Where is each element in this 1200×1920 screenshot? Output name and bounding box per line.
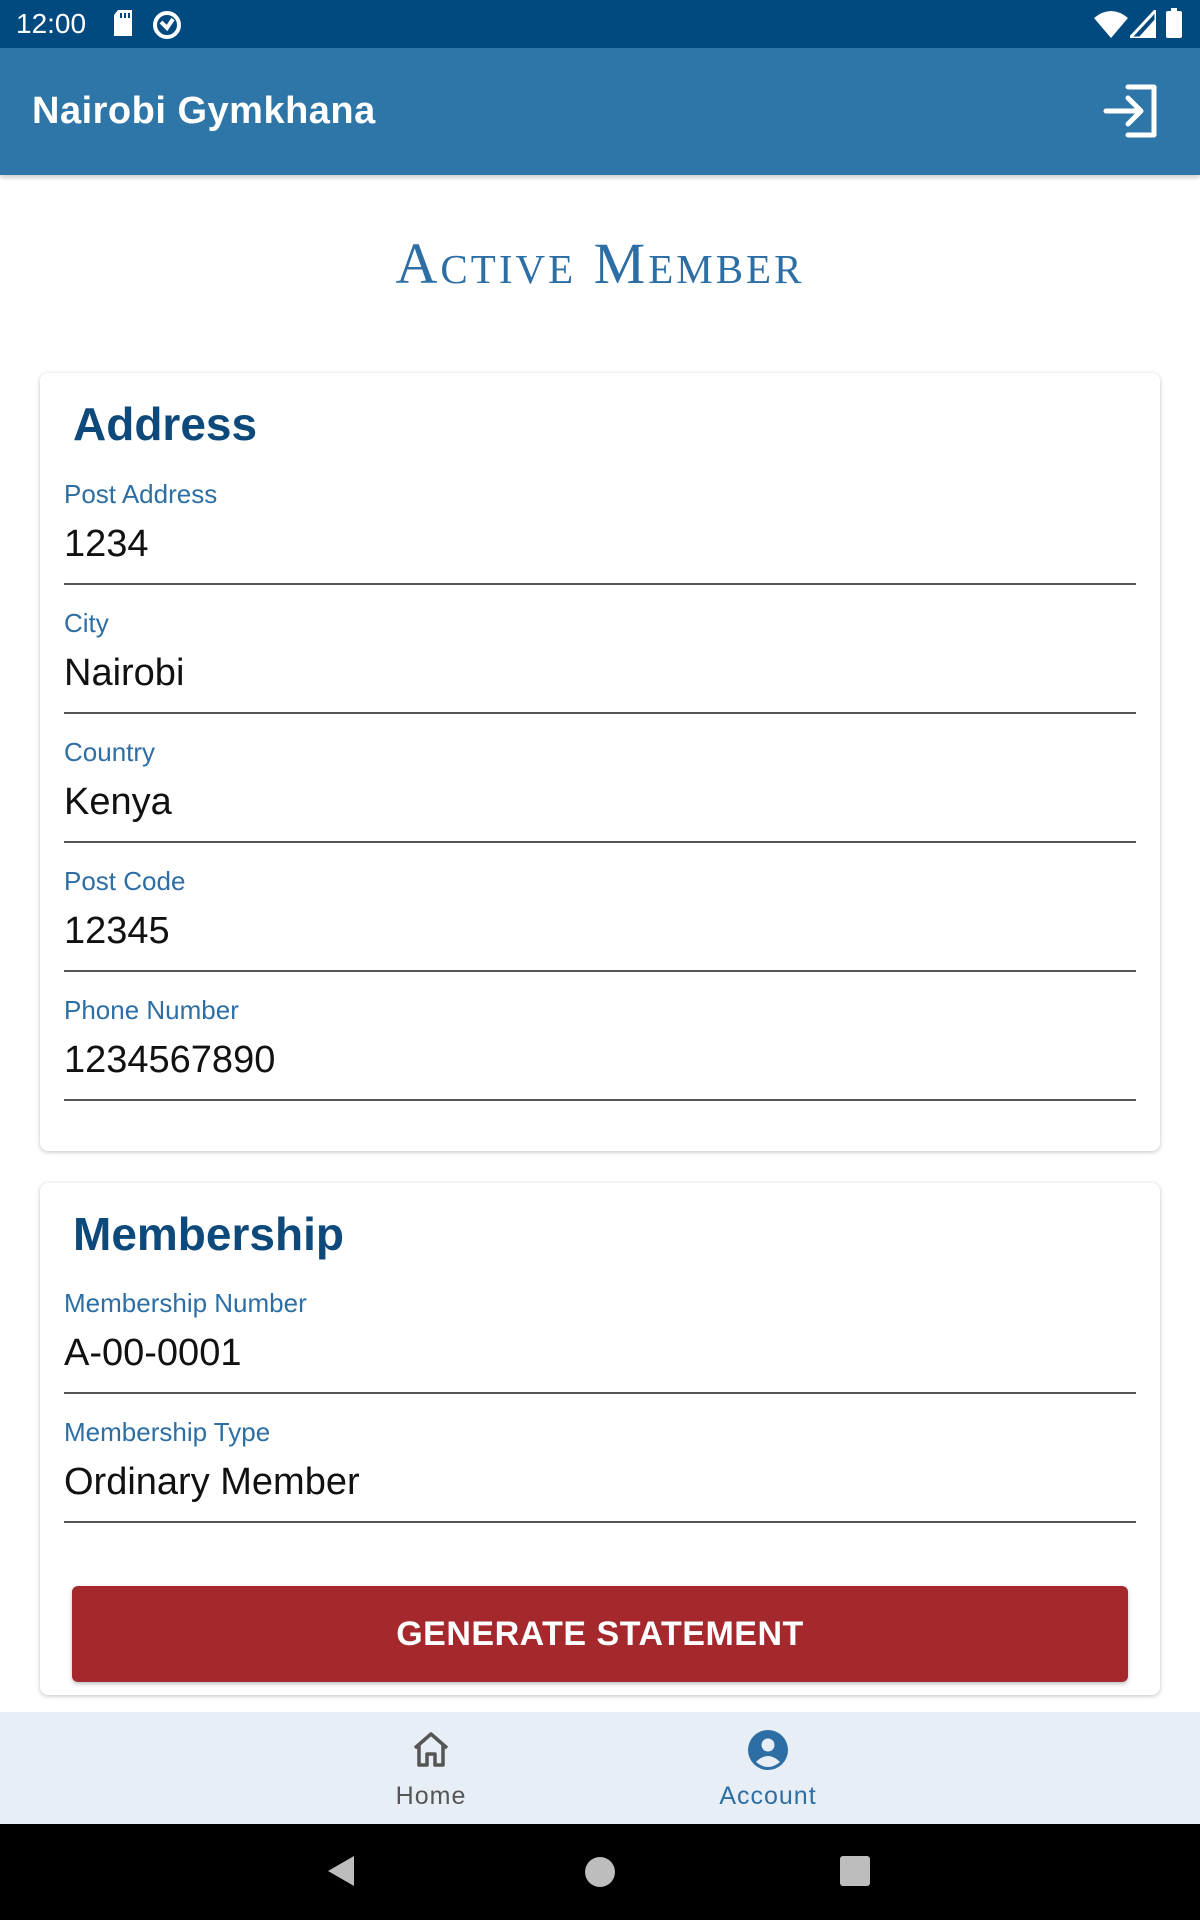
post-code-field[interactable]: Post Code 12345	[64, 866, 1136, 976]
data-saver-icon	[153, 11, 181, 39]
field-label: Post Code	[64, 866, 186, 896]
back-icon[interactable]	[326, 1854, 356, 1888]
city-field[interactable]: City Nairobi	[64, 608, 1136, 718]
field-label: Country	[64, 737, 156, 767]
membership-heading: Membership	[73, 1208, 344, 1260]
sd-card-icon	[114, 10, 132, 36]
field-value[interactable]: 1234	[64, 523, 149, 566]
field-underline	[64, 712, 1136, 714]
field-label: City	[64, 608, 109, 638]
field-underline	[64, 1099, 1136, 1101]
generate-statement-button[interactable]: GENERATE STATEMENT	[72, 1586, 1128, 1682]
field-label: Post Address	[64, 479, 218, 509]
recent-apps-icon[interactable]	[840, 1856, 870, 1886]
field-value[interactable]: Ordinary Member	[64, 1461, 360, 1504]
app-title: Nairobi Gymkhana	[32, 90, 376, 132]
status-time: 12:00	[16, 8, 87, 39]
field-label: Membership Type	[64, 1417, 271, 1447]
membership-number-field[interactable]: Membership Number A-00-0001	[64, 1288, 1136, 1398]
field-underline	[64, 841, 1136, 843]
nav-label-account: Account	[719, 1782, 817, 1810]
field-value[interactable]: 12345	[64, 910, 170, 953]
address-card: Address Post Address 1234 City Nairobi C…	[40, 373, 1160, 1151]
phone-number-field[interactable]: Phone Number 1234567890	[64, 995, 1136, 1105]
field-value[interactable]: Nairobi	[64, 652, 184, 695]
battery-icon	[1166, 8, 1182, 38]
nav-item-home[interactable]: Home	[281, 1712, 581, 1824]
home-icon	[413, 1732, 449, 1767]
nav-item-account[interactable]: Account	[618, 1712, 918, 1824]
field-underline	[64, 1392, 1136, 1394]
home-circle-icon[interactable]	[584, 1856, 616, 1888]
logout-icon[interactable]	[1102, 82, 1160, 140]
field-value[interactable]: 1234567890	[64, 1039, 275, 1082]
bottom-navigation: Home Account	[0, 1712, 1200, 1824]
system-navigation-bar	[0, 1824, 1200, 1920]
post-address-field[interactable]: Post Address 1234	[64, 479, 1136, 589]
account-circle-icon	[748, 1730, 788, 1770]
signal-icon	[1130, 10, 1156, 38]
country-field[interactable]: Country Kenya	[64, 737, 1136, 847]
page-title: Active Member	[395, 231, 805, 296]
membership-type-field[interactable]: Membership Type Ordinary Member	[64, 1417, 1136, 1527]
address-heading: Address	[73, 398, 258, 450]
wifi-icon	[1094, 11, 1128, 38]
field-underline	[64, 583, 1136, 585]
status-bar: 12:00	[0, 0, 1200, 48]
field-label: Membership Number	[64, 1288, 307, 1318]
field-underline	[64, 970, 1136, 972]
field-underline	[64, 1521, 1136, 1523]
app-bar: Nairobi Gymkhana	[0, 48, 1200, 175]
field-label: Phone Number	[64, 995, 239, 1025]
field-value[interactable]: Kenya	[64, 781, 172, 824]
field-value[interactable]: A-00-0001	[64, 1332, 241, 1375]
nav-label-home: Home	[395, 1782, 467, 1810]
